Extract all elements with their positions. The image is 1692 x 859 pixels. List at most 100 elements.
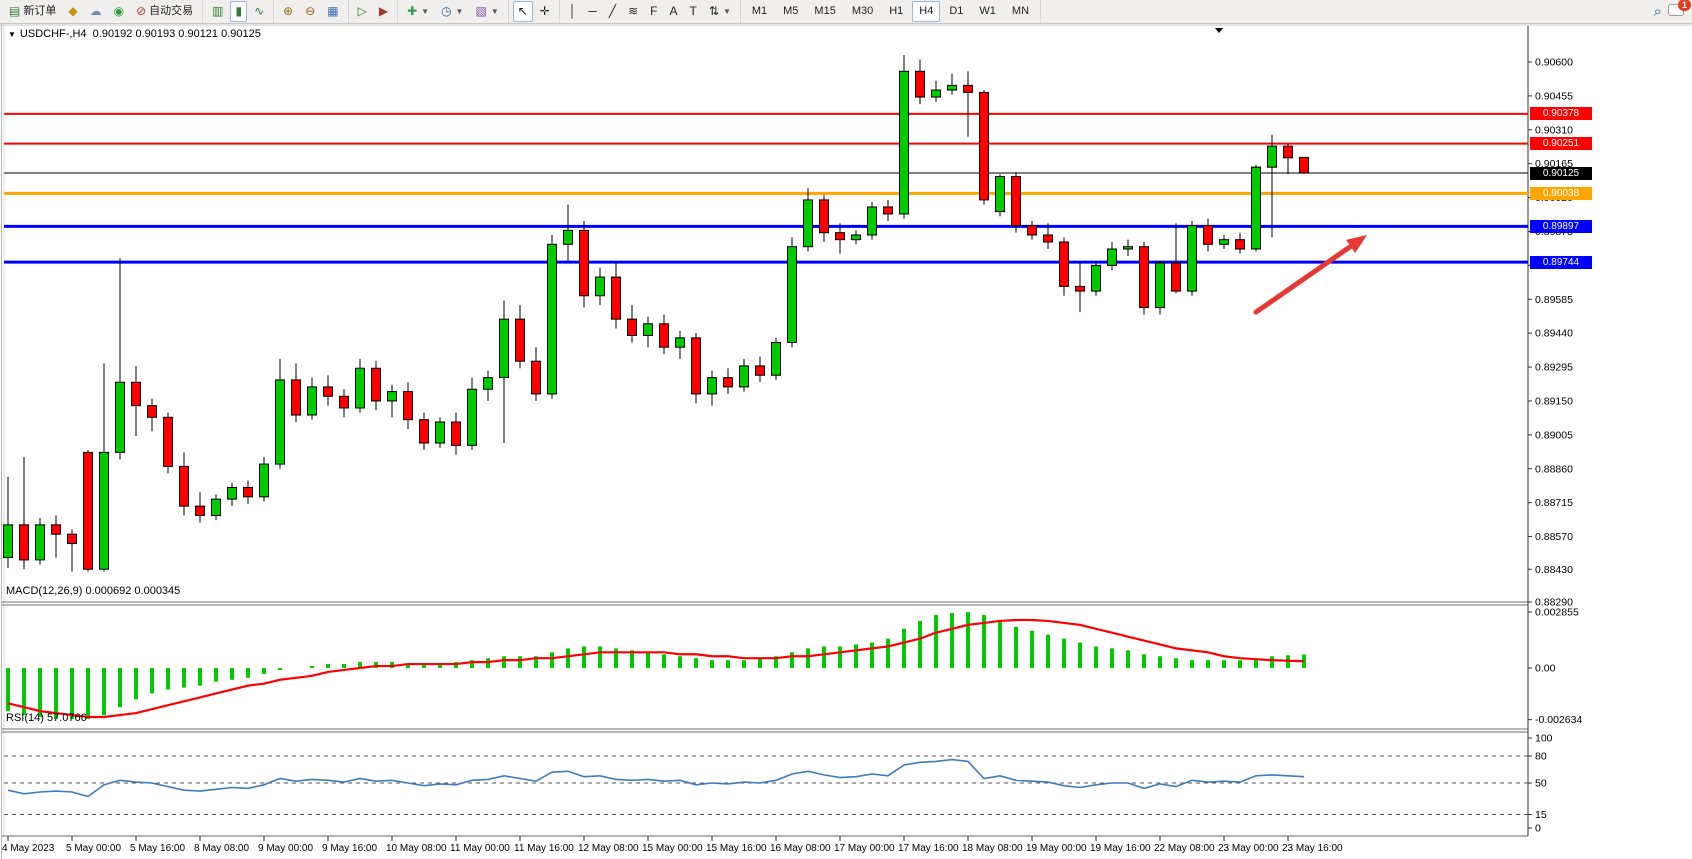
bar-chart-button[interactable]: ▥ [207, 1, 228, 22]
rsi-pane: 1008050150 [4, 733, 1553, 835]
indicators-button[interactable]: ✚▼ [402, 1, 434, 22]
market-watch-icon-icon: ☁ [90, 3, 102, 20]
chart-dropdown-icon[interactable]: ▼ [8, 30, 16, 39]
text-button[interactable]: A [665, 1, 683, 22]
cursor-icon: ↖ [518, 3, 528, 20]
signal-icon[interactable]: ◉ [109, 1, 129, 22]
chat-button[interactable]: 1 [1668, 4, 1684, 19]
price-tick-label: 0.89005 [1535, 429, 1573, 441]
candle-body [596, 277, 605, 296]
tf-m5-button[interactable]: M5 [776, 1, 805, 22]
candlestick-chart-button[interactable]: ▮ [230, 1, 247, 22]
candle-body [1140, 247, 1149, 308]
price-tick-label: 0.89150 [1535, 395, 1573, 407]
time-tick-label: 19 May 00:00 [1026, 843, 1087, 854]
crosshair-icon: ✛ [540, 3, 550, 20]
candle-body [660, 324, 669, 347]
candle-body [612, 277, 621, 319]
time-tick-label: 5 May 00:00 [66, 843, 121, 854]
tf-h1-button-label: H1 [889, 3, 903, 20]
channel-button[interactable]: ≋ [623, 1, 643, 22]
candle-body [452, 422, 461, 445]
tf-w1-button[interactable]: W1 [972, 1, 1003, 22]
level-price-tag: 0.90378 [1530, 107, 1592, 120]
vertical-line-button[interactable]: │ [564, 1, 582, 22]
candle-body [36, 525, 45, 560]
candle-body [852, 235, 861, 240]
crosshair-button[interactable]: ✛ [535, 1, 555, 22]
zoom-in-button[interactable]: ⊕ [278, 1, 298, 22]
tile-windows-button[interactable]: ▦ [322, 1, 343, 22]
candle-body [500, 319, 509, 377]
arrows-button[interactable]: ⇅▼ [704, 1, 736, 22]
tf-mn-button-label: MN [1012, 3, 1029, 20]
macd-indicator-label: MACD(12,26,9) 0.000692 0.000345 [6, 585, 180, 597]
line-chart-button[interactable]: ∿ [249, 1, 269, 22]
tf-m1-button[interactable]: M1 [745, 1, 774, 22]
zoom-out-button[interactable]: ⊖ [300, 1, 320, 22]
text-label-button[interactable]: T [685, 1, 702, 22]
candle-body [260, 464, 269, 497]
chevron-down-icon: ▼ [491, 3, 499, 20]
tf-h4-button-label: H4 [919, 3, 933, 20]
candle-body [980, 92, 989, 200]
time-tick-label: 22 May 08:00 [1154, 843, 1215, 854]
search-button[interactable]: ⌕ [1654, 3, 1662, 20]
trendline-button[interactable]: ╱ [604, 1, 621, 22]
line-chart-icon: ∿ [254, 3, 264, 20]
tf-m30-button[interactable]: M30 [845, 1, 880, 22]
auto-scroll-icon: ▷ [358, 3, 367, 20]
price-chart-canvas[interactable]: 0.906000.904550.903100.901650.900200.898… [0, 24, 1692, 859]
new-order-button[interactable]: ▤新订单 [4, 1, 61, 22]
time-tick-label: 11 May 16:00 [514, 843, 574, 854]
time-tick-label: 15 May 16:00 [706, 843, 767, 854]
rsi-axis-label: 0 [1535, 823, 1541, 835]
horizontal-line-button[interactable]: ─ [583, 1, 602, 22]
tf-h4-button[interactable]: H4 [912, 1, 940, 22]
candle-body [228, 487, 237, 499]
chart-window[interactable]: 0.906000.904550.903100.901650.900200.898… [0, 24, 1692, 859]
level-price-tag: 0.90038 [1530, 187, 1592, 200]
periods-button[interactable]: ◷▼ [436, 1, 468, 22]
new-order-button-label: 新订单 [23, 3, 56, 20]
chart-shift-button[interactable]: ▶ [374, 1, 393, 22]
candle-body [1076, 286, 1085, 291]
horizontal-lines[interactable] [4, 114, 1528, 262]
autotrading-button[interactable]: ⊘自动交易 [131, 1, 198, 22]
candle-body [84, 452, 93, 569]
tf-m15-button[interactable]: M15 [807, 1, 842, 22]
candle-body [4, 525, 13, 558]
autotrading-icon: ⊘ [136, 3, 146, 20]
rsi-line [8, 760, 1304, 797]
tf-h1-button[interactable]: H1 [882, 1, 910, 22]
tf-d1-button[interactable]: D1 [942, 1, 970, 22]
bar-chart-icon: ▥ [212, 3, 223, 20]
chat-badge: 1 [1678, 0, 1691, 11]
candle-body [884, 207, 893, 214]
candle-body [340, 396, 349, 408]
trend-arrow[interactable] [1256, 235, 1367, 312]
price-tick-label: 0.90600 [1535, 57, 1573, 69]
chevron-down-icon: ▼ [421, 3, 429, 20]
time-tick-label: 8 May 08:00 [194, 843, 249, 854]
sound-icon[interactable]: ◆ [63, 1, 82, 22]
candle-body [116, 382, 125, 452]
zoom-out-icon: ⊖ [305, 3, 315, 20]
candle-body [532, 361, 541, 394]
candle-body [1300, 157, 1309, 173]
market-watch-icon[interactable]: ☁ [85, 1, 107, 22]
price-tick-label: 0.89440 [1535, 328, 1573, 340]
chart-shift-marker[interactable] [1215, 28, 1223, 33]
text-icon: A [670, 3, 678, 20]
time-tick-label: 12 May 08:00 [578, 843, 639, 854]
price-tick-label: 0.88715 [1535, 497, 1573, 509]
tf-mn-button[interactable]: MN [1005, 1, 1036, 22]
indicators-icon: ✚ [407, 3, 417, 20]
fibonacci-button[interactable]: F [645, 1, 662, 22]
auto-scroll-button[interactable]: ▷ [353, 1, 372, 22]
templates-button[interactable]: ▧▼ [470, 1, 503, 22]
tf-m15-button-label: M15 [814, 3, 835, 20]
candle-body [292, 380, 301, 415]
macd-pane: 0.0028550.00-0.002634 [8, 607, 1582, 727]
cursor-button[interactable]: ↖ [513, 1, 533, 22]
